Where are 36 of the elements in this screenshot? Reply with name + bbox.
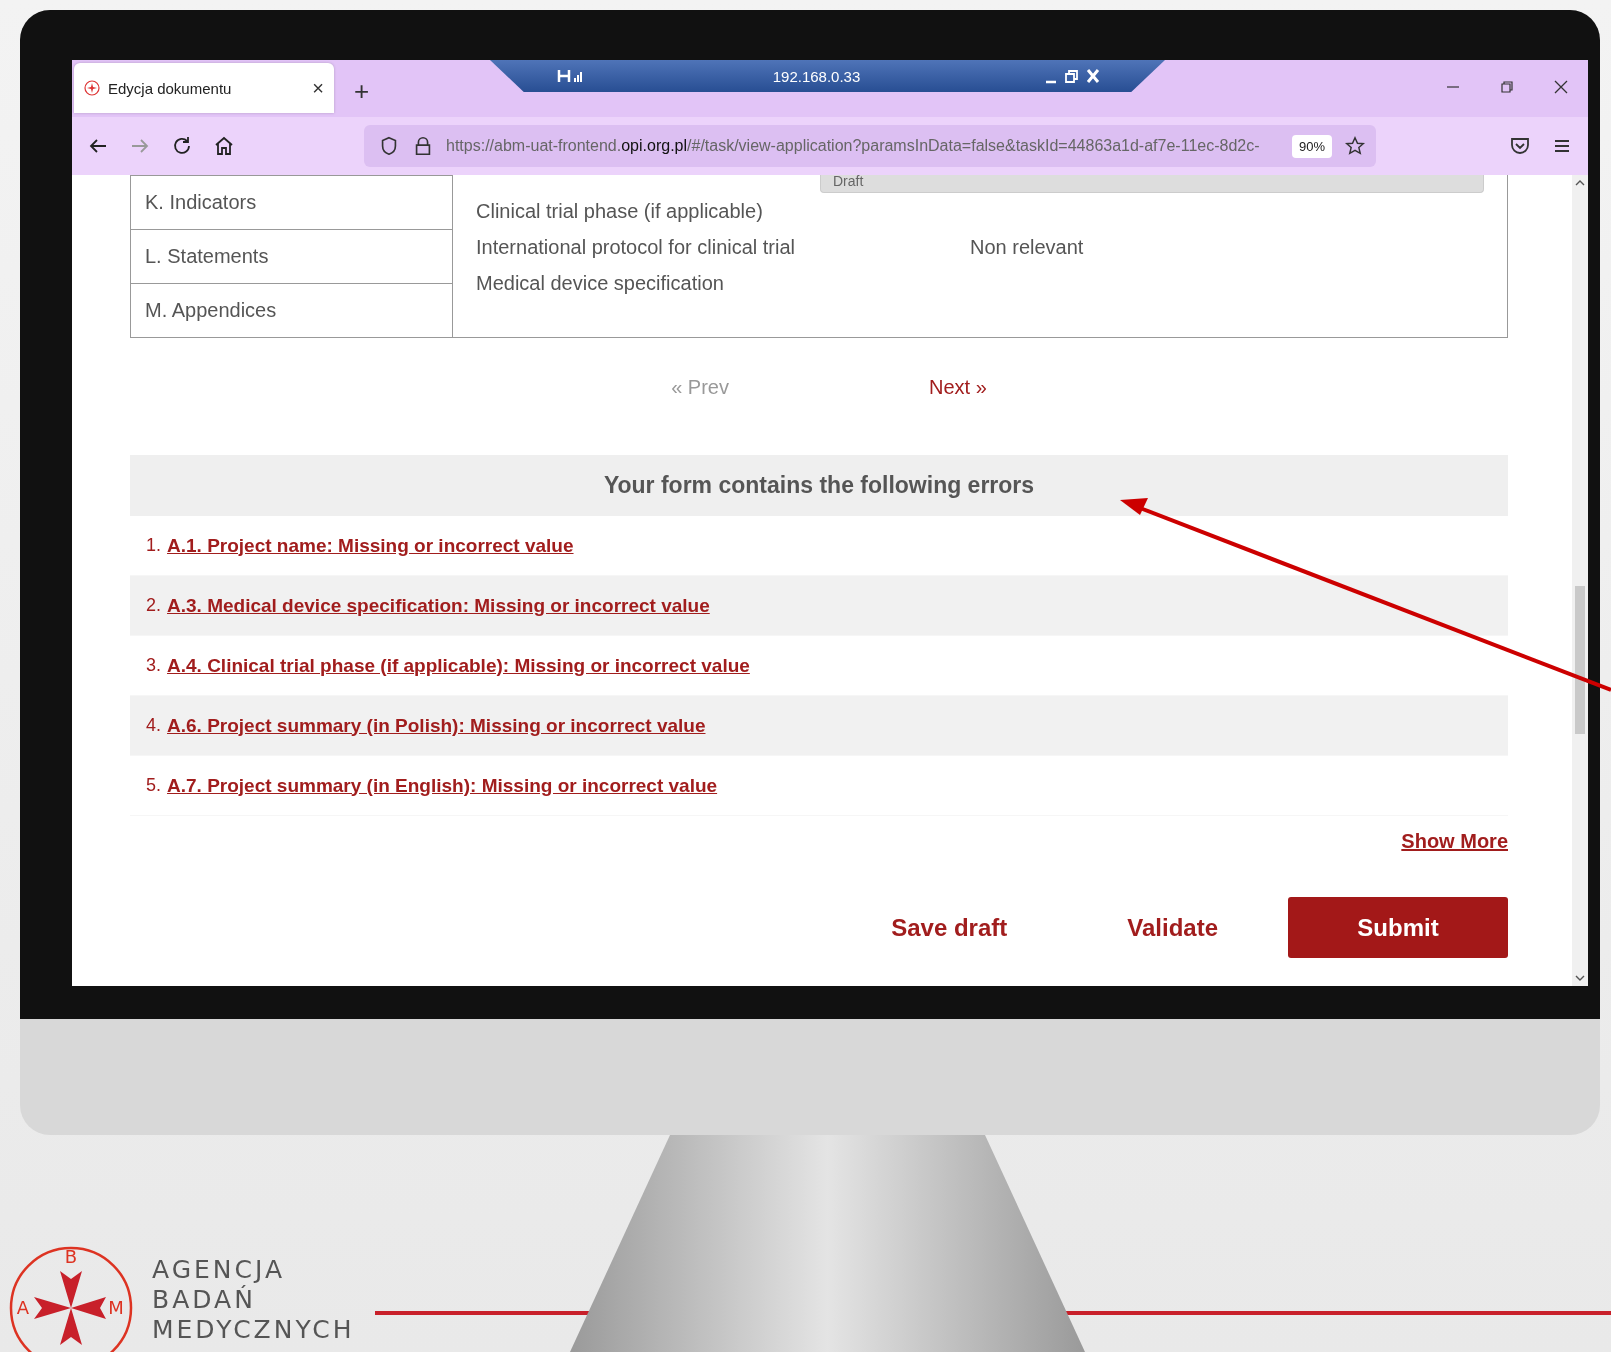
remote-address: 192.168.0.33 — [771, 67, 862, 85]
error-number: 2. — [146, 595, 161, 616]
show-more-link[interactable]: Show More — [1401, 830, 1508, 853]
new-tab-button[interactable]: + — [354, 76, 370, 107]
sidebar-item[interactable]: K. Indicators — [130, 175, 453, 230]
error-link[interactable]: A.4. Clinical trial phase (if applicable): Missing or incorrect value — [167, 654, 750, 677]
error-number: 1. — [146, 535, 161, 556]
browser-tab[interactable]: Edycja dokumentu × — [74, 63, 334, 113]
close-tab-button[interactable]: × — [312, 76, 324, 100]
submit-button[interactable]: Submit — [1288, 897, 1508, 958]
error-link[interactable]: A.6. Project summary (in Polish): Missing or incorrect value — [167, 714, 706, 737]
error-link[interactable]: A.7. Project summary (in English): Missing or incorrect value — [167, 774, 718, 797]
error-number: 5. — [146, 775, 161, 796]
address-bar[interactable]: https://abm-uat-frontend.opi.org.pl/#/task/view-application?paramsInData=false&taskId=44863a1d-af7e-11ec-8d2c- 90% — [364, 125, 1376, 167]
errors-heading: Your form contains the following errors — [130, 455, 1508, 516]
sidebar-item[interactable]: M. Appendices — [130, 284, 453, 338]
error-link[interactable]: A.3. Medical device specification: Missing or incorrect value — [167, 594, 710, 617]
url-text: https://abm-uat-frontend.opi.org.pl/#/task/view-application?paramsInData=false&taskId=44863a1d-af7e-11ec-8d2c- — [446, 137, 1261, 155]
scrollbar[interactable] — [1572, 175, 1588, 986]
status-select[interactable]: Draft — [820, 175, 1484, 193]
action-button[interactable]: Save draft — [871, 913, 1028, 942]
zoom-level-badge[interactable]: 90% — [1291, 134, 1332, 158]
error-number: 4. — [146, 715, 161, 736]
sidebar-item[interactable]: L. Statements — [130, 230, 453, 284]
field-label: Medical device specification — [476, 271, 725, 295]
action-button[interactable]: Validate — [1107, 913, 1238, 942]
field-label: Clinical trial phase (if applicable) — [476, 199, 764, 223]
error-link[interactable]: A.1. Project name: Missing or incorrect value — [167, 534, 574, 557]
agency-name: AGENCJA BADAŃ MEDYCZNYCH — [152, 1254, 355, 1345]
field-label: International protocol for clinical trial — [476, 235, 797, 259]
field-value: Non relevant — [970, 235, 1084, 259]
next-link[interactable]: Next » — [929, 376, 987, 399]
star-bookmark-icon[interactable] — [1344, 135, 1366, 157]
tab-title: Edycja dokumentu — [108, 79, 233, 97]
error-number: 3. — [146, 655, 161, 676]
scrollbar-thumb[interactable] — [1575, 586, 1585, 734]
